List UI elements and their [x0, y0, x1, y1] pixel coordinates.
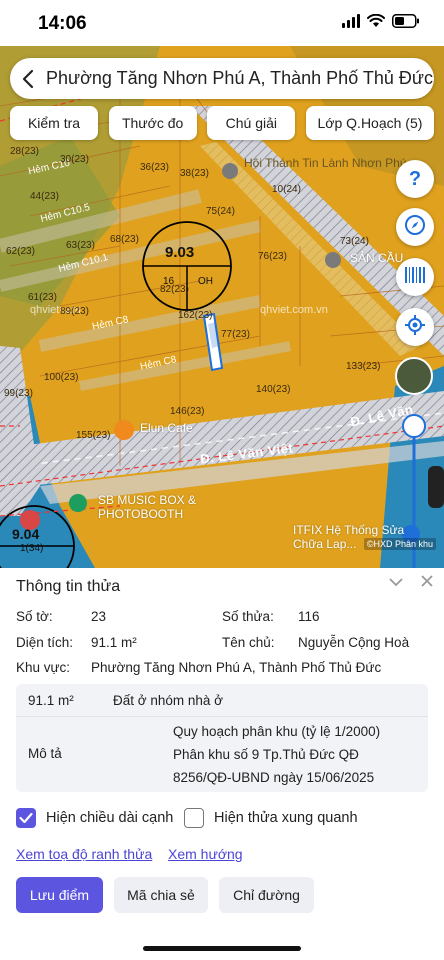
panel-controls — [388, 574, 434, 594]
parcel-number-label: Số thửa: — [222, 609, 274, 624]
description-line-2: Phân khu số 9 Tp.Thủ Đức QĐ — [173, 747, 359, 762]
location-title[interactable]: Phường Tăng Nhơn Phú A, Thành Phố Thủ Đứ… — [46, 68, 433, 89]
home-indicator[interactable] — [143, 946, 301, 951]
parcel-number: 82(23) — [160, 284, 189, 295]
zone-code: 9.03 — [165, 244, 195, 261]
check-icon — [19, 812, 33, 824]
zone-sub-2: 1(34) — [20, 543, 44, 554]
parcel-info-panel: Thông tin thửa Số tờ: 23 Số thửa: 116 Di… — [0, 568, 444, 960]
parcel-number: 68(23) — [110, 234, 139, 245]
parcel-number: 76(23) — [258, 251, 287, 262]
poi-music[interactable]: SB MUSIC BOX & PHOTOBOOTH — [98, 493, 218, 521]
show-edges-checkbox[interactable] — [16, 808, 36, 828]
battery-icon — [392, 14, 420, 28]
status-icons — [342, 14, 420, 28]
area-label: Diện tích: — [16, 635, 74, 650]
parcel-number: 99(23) — [4, 388, 33, 399]
area-value: 91.1 m² — [91, 635, 137, 650]
parcel-number: 62(23) — [6, 246, 35, 257]
view-coordinates-link[interactable]: Xem toạ độ ranh thửa — [16, 846, 152, 862]
compass-button[interactable] — [396, 208, 434, 246]
parcel-number: 73(24) — [340, 236, 369, 247]
planning-description-box: 91.1 m² Đất ở nhóm nhà ở Mô tả Quy hoạch… — [16, 684, 428, 792]
locate-button[interactable] — [396, 308, 434, 346]
description-line-1: Quy hoạch phân khu (tỷ lệ 1/2000) — [173, 724, 381, 739]
description-label: Mô tả — [28, 746, 62, 761]
zone-code-2: 9.04 — [12, 526, 40, 542]
poi-partial[interactable]: SẢN CẦU — [350, 251, 403, 265]
parcel-number: 10(24) — [272, 184, 301, 195]
status-time: 14:06 — [38, 13, 87, 34]
legend-button[interactable]: Chú giải — [207, 106, 296, 140]
parcel-number: 44(23) — [30, 191, 59, 202]
zone-sub-right: OH — [198, 276, 213, 287]
locate-icon — [404, 314, 426, 341]
show-neighbors-label[interactable]: Hiện thửa xung quanh — [214, 810, 358, 826]
search-bar[interactable]: Phường Tăng Nhơn Phú A, Thành Phố Thủ Đứ… — [10, 58, 434, 99]
parcel-number: 89(23) — [60, 306, 89, 317]
parcel-number: 36(23) — [140, 162, 169, 173]
parcel-number: 77(23) — [221, 329, 250, 340]
parcel-number: 133(23) — [346, 361, 381, 372]
measure-button[interactable]: Thước đo — [108, 106, 197, 140]
parcel-number: 140(23) — [256, 384, 291, 395]
region-label: Khu vực: — [16, 660, 71, 675]
land-area: 91.1 m² — [28, 693, 74, 708]
compass-icon — [404, 214, 426, 241]
save-point-button[interactable]: Lưu điểm — [16, 877, 103, 913]
parcel-number: 155(23) — [76, 430, 111, 441]
view-direction-link[interactable]: Xem hướng — [168, 846, 243, 862]
parcel-number: 63(23) — [66, 240, 95, 251]
land-type: Đất ở nhóm nhà ở — [113, 693, 224, 708]
sheet-label: Số tờ: — [16, 609, 53, 624]
back-arrow-icon[interactable] — [10, 58, 46, 99]
status-bar: 14:06 — [0, 0, 444, 46]
barcode-button[interactable] — [396, 258, 434, 296]
parcel-number: 146(23) — [170, 406, 205, 417]
wifi-icon — [367, 14, 385, 28]
divider — [16, 716, 428, 717]
parcel-number: 61(23) — [28, 292, 57, 303]
parcel-number: 38(23) — [180, 168, 209, 179]
parcel-number: 75(24) — [206, 206, 235, 217]
parcel-number: 28(23) — [10, 146, 39, 157]
barcode-icon — [404, 266, 426, 289]
poi-church[interactable]: Hội Thánh Tin Lành Nhơn Phú — [244, 156, 406, 170]
owner-value: Nguyễn Cộng Hoà — [298, 635, 410, 650]
signal-icon — [342, 14, 360, 28]
watermark-2: qhviet.com.vn — [260, 304, 328, 316]
help-button[interactable]: ? — [396, 160, 434, 198]
sheet-value: 23 — [91, 609, 107, 624]
map-attribution: ©HXD Phân khu — [363, 538, 436, 550]
owner-label: Tên chủ: — [222, 635, 275, 650]
help-icon: ? — [408, 167, 422, 190]
region-value: Phường Tăng Nhơn Phú A, Thành Phố Thủ Đứ… — [91, 660, 382, 675]
directions-button[interactable]: Chỉ đường — [219, 877, 314, 913]
show-edges-label[interactable]: Hiện chiều dài cạnh — [46, 810, 173, 826]
layer-button[interactable]: Lớp Q.Hoạch (5) — [305, 106, 434, 140]
parcel-number: 100(23) — [44, 372, 79, 383]
parcel-number: 162(23) — [178, 310, 213, 321]
parcel-number: 30(23) — [60, 154, 89, 165]
close-icon[interactable] — [420, 574, 434, 594]
chevron-down-icon[interactable] — [388, 574, 404, 594]
show-neighbors-checkbox[interactable] — [184, 808, 204, 828]
map-toolbar: Kiểm tra Thước đo Chú giải Lớp Q.Hoạch (… — [10, 106, 434, 140]
parcel-number-value: 116 — [298, 609, 320, 624]
share-code-button[interactable]: Mã chia sẻ — [114, 877, 208, 913]
check-button[interactable]: Kiểm tra — [10, 106, 98, 140]
poi-cafe[interactable]: Elun Cafe — [140, 421, 193, 435]
panel-title: Thông tin thửa — [16, 578, 121, 595]
description-line-3: 8256/QĐ-UBND ngày 15/06/2025 — [173, 770, 375, 785]
